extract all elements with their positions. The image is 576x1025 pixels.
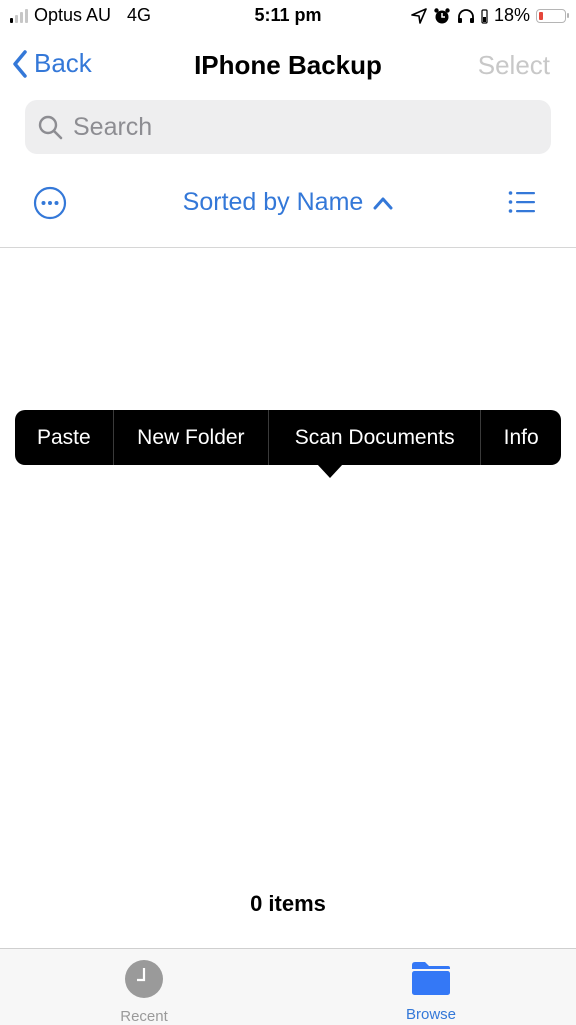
location-arrow-icon bbox=[411, 7, 427, 24]
menu-item-info[interactable]: Info bbox=[481, 410, 561, 465]
sort-bar: Sorted by Name bbox=[0, 176, 576, 230]
search-bar[interactable] bbox=[25, 100, 551, 154]
item-count: 0 items bbox=[250, 891, 326, 916]
tab-browse[interactable]: Browse bbox=[371, 959, 491, 1023]
tab-recent[interactable]: Recent bbox=[84, 959, 204, 1025]
menu-item-paste[interactable]: Paste bbox=[15, 410, 114, 465]
tab-browse-label: Browse bbox=[405, 1006, 457, 1023]
headphones-icon bbox=[457, 8, 474, 23]
context-menu: Paste New Folder Scan Documents Info bbox=[15, 410, 561, 465]
status-right: 18% bbox=[411, 5, 569, 26]
tab-bar: Recent Browse bbox=[0, 948, 576, 1025]
tab-recent-label: Recent bbox=[120, 1008, 168, 1025]
select-button[interactable]: Select bbox=[478, 50, 550, 81]
navigation-bar: Back IPhone Backup Select bbox=[0, 40, 576, 90]
menu-item-new-folder[interactable]: New Folder bbox=[114, 410, 270, 465]
status-bar: Optus AU 4G 5:11 pm 18% bbox=[0, 0, 576, 32]
chevron-up-icon bbox=[373, 197, 393, 209]
alarm-icon bbox=[434, 7, 450, 23]
clock-icon bbox=[125, 960, 163, 998]
folder-icon bbox=[412, 962, 450, 995]
divider bbox=[0, 247, 576, 248]
sort-label: Sorted by Name bbox=[182, 188, 364, 216]
menu-item-scan-documents[interactable]: Scan Documents bbox=[269, 410, 482, 465]
sort-button[interactable]: Sorted by Name bbox=[0, 188, 576, 217]
battery-icon bbox=[536, 8, 569, 23]
battery-level-fill bbox=[539, 11, 543, 20]
charging-indicator-icon bbox=[481, 8, 488, 24]
battery-percent: 18% bbox=[493, 5, 530, 25]
search-input[interactable] bbox=[71, 111, 515, 143]
list-view-icon[interactable] bbox=[508, 190, 536, 214]
search-icon bbox=[38, 115, 63, 140]
context-menu-pointer bbox=[317, 464, 343, 478]
